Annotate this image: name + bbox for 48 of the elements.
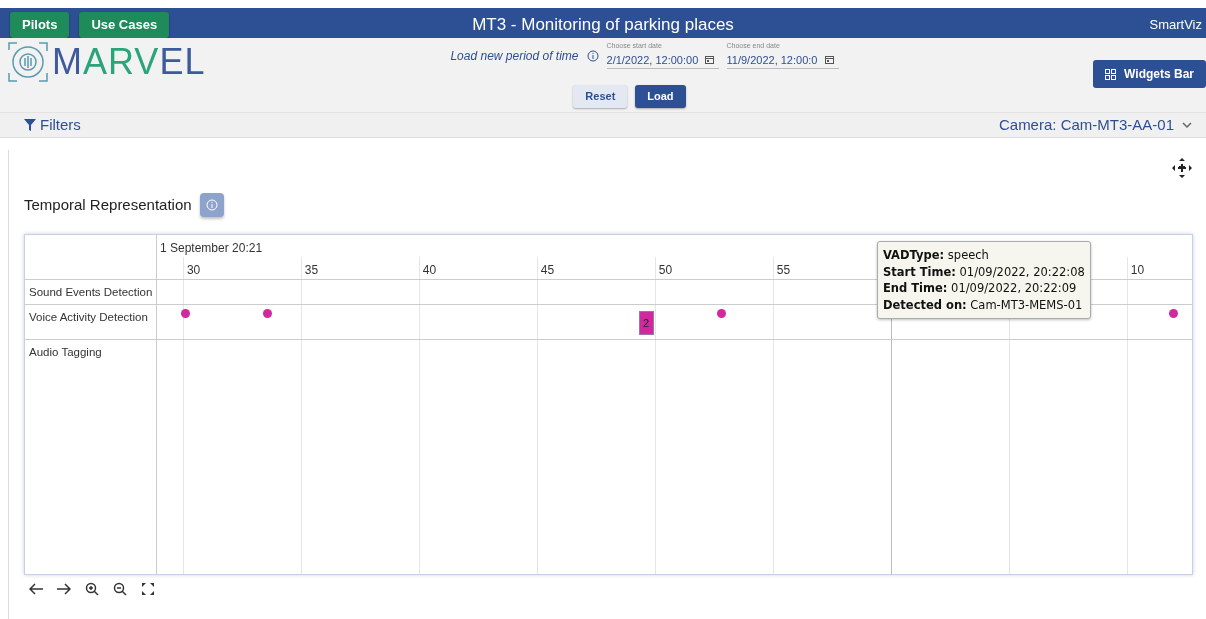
event-dot[interactable] (262, 309, 272, 318)
tick-label: 35 (304, 262, 319, 279)
info-icon (205, 199, 218, 211)
tick-label: 40 (422, 262, 437, 279)
event-dot[interactable] (1169, 309, 1179, 318)
tick-label: 10 (1130, 262, 1145, 279)
filters-button[interactable]: Filters (24, 113, 81, 137)
filter-icon (24, 119, 36, 131)
nav-button[interactable]: Pilots (10, 12, 70, 38)
zoom-in-icon[interactable] (85, 582, 99, 596)
arrow-left-icon[interactable] (29, 582, 43, 596)
period-button[interactable]: Load (635, 85, 686, 108)
tick-label: 45 (540, 262, 555, 279)
fullscreen-icon[interactable] (141, 582, 155, 596)
period-button[interactable]: Reset (573, 85, 628, 108)
tooltip-line: Start Time: 01/09/2022, 20:22:08 (883, 263, 1085, 280)
tick-label: 30 (186, 262, 201, 279)
tooltip-line: Detected on: Cam-MT3-MEMS-01 (883, 296, 1084, 313)
calendar-icon (704, 55, 714, 65)
logo-icon (8, 42, 48, 82)
tick-label: 50 (658, 262, 673, 279)
move-icon (1172, 158, 1192, 178)
date-label: 1 September 20:21 (160, 240, 263, 257)
event-cluster[interactable]: 2 (638, 311, 654, 335)
widgets-button[interactable]: Widgets Bar (1093, 60, 1206, 88)
nav-button[interactable]: Use Cases (79, 12, 170, 38)
date-field[interactable]: 2/1/2022, 12:00:00 (606, 51, 719, 69)
group-label: Sound Events Detection (29, 286, 153, 298)
event-dot[interactable] (717, 309, 727, 318)
logo-text: MARVEL (52, 44, 206, 80)
grid-icon (1105, 68, 1117, 80)
period-label: Load new period of time (450, 48, 579, 65)
info-icon (586, 50, 599, 62)
tooltip-line: VADType: speech (883, 247, 990, 264)
calendar-icon (824, 55, 834, 65)
chevron-down-icon (1182, 121, 1192, 129)
group-label: Audio Tagging (29, 346, 102, 358)
brand-link[interactable]: SmartViz (1149, 8, 1206, 38)
event-dot[interactable] (180, 309, 190, 318)
zoom-out-icon[interactable] (113, 582, 127, 596)
page-title: MT3 - Monitoring of parking places (472, 15, 734, 34)
tooltip-line: End Time: 01/09/2022, 20:22:09 (883, 280, 1078, 297)
arrow-right-icon[interactable] (57, 582, 71, 596)
widget-title: Temporal Representation (24, 194, 192, 215)
group-label: Voice Activity Detection (29, 311, 148, 323)
tick-label: 55 (776, 262, 791, 279)
date-field[interactable]: 11/9/2022, 12:00:0 (726, 51, 839, 69)
camera-dropdown[interactable]: Camera: Cam-MT3-AA-01 (998, 113, 1192, 137)
